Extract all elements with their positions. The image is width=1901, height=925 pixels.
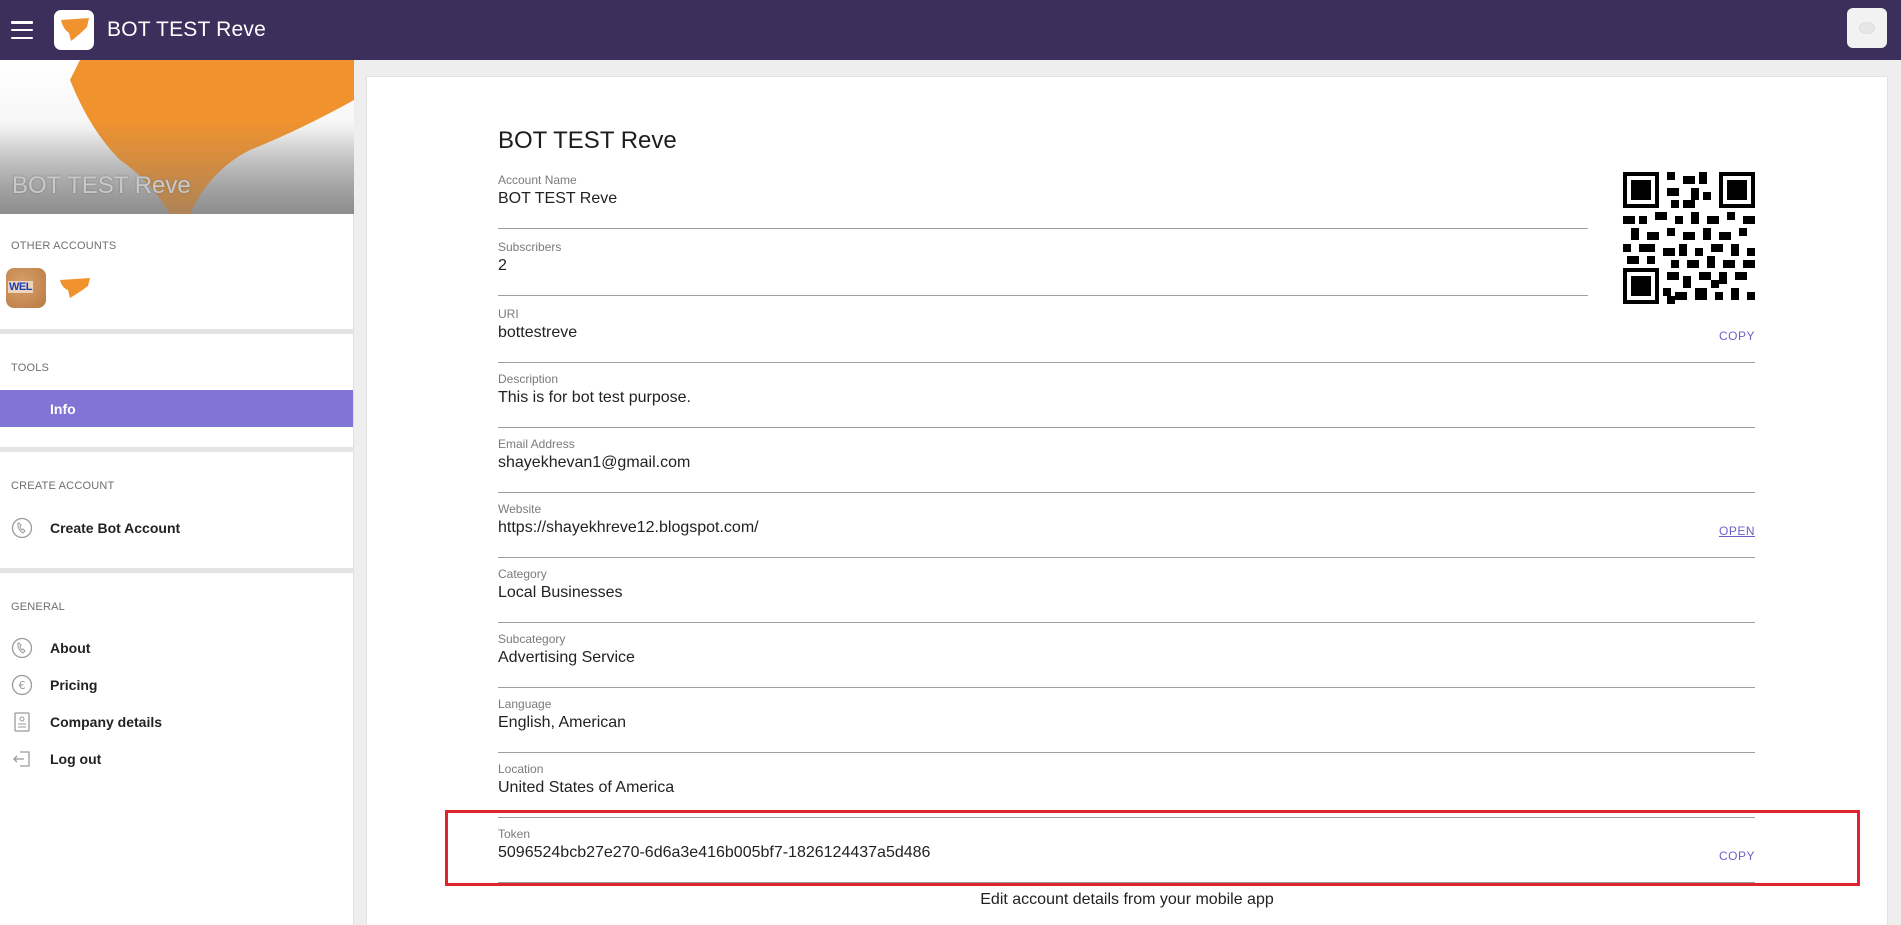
open-website-link[interactable]: OPEN [1719,524,1755,538]
page-title: BOT TEST Reve [498,127,677,154]
sidebar-item-label: Company details [50,713,163,730]
phone-icon [10,516,34,540]
app-title: BOT TEST Reve [107,18,266,41]
field-value: shayekhevan1@gmail.com [498,454,691,471]
field-value: This is for bot test purpose. [498,389,691,406]
account-cover: BOT TEST Reve [0,60,354,214]
field-value: United States of America [498,779,675,796]
field-subscribers: Subscribers 2 [498,240,1588,296]
create-account-label: CREATE ACCOUNT [11,480,115,492]
field-value: BOT TEST Reve [498,190,618,207]
logout-icon [10,747,34,771]
sidebar-item-info[interactable]: Info [0,390,353,427]
field-label: Subscribers [498,240,562,254]
field-category: Category Local Businesses [498,567,1755,623]
brand-logo-icon [60,278,90,298]
account-info-card: BOT TEST Reve Account Name BOT TEST Reve… [366,76,1888,925]
copy-uri-button[interactable]: COPY [1719,329,1755,343]
field-language: Language English, American [498,697,1755,753]
sidebar-item-company-details[interactable]: Company details [0,703,353,740]
field-location: Location United States of America [498,762,1755,818]
user-avatar-button[interactable] [1847,8,1887,48]
sidebar-item-about[interactable]: About [0,629,353,666]
other-accounts-label: OTHER ACCOUNTS [11,240,117,252]
euro-icon: € [10,673,34,697]
field-token: Token 5096524bcb27e270-6d6a3e416b005bf7-… [498,827,1755,883]
account-thumbnail-welcome[interactable]: WEL [6,268,46,308]
field-value: Advertising Service [498,649,635,666]
sidebar: BOT TEST Reve OTHER ACCOUNTS WEL TOOLS I… [0,60,354,925]
field-uri: URI bottestreve COPY [498,307,1755,363]
brand-logo-icon [61,18,89,41]
sidebar-item-label: Info [50,400,76,417]
sidebar-item-pricing[interactable]: € Pricing [0,666,353,703]
hamburger-menu-icon[interactable] [11,21,33,39]
field-label: URI [498,307,519,321]
tools-label: TOOLS [11,362,50,374]
account-thumbnail-bot-test[interactable] [56,268,96,308]
other-accounts-list: WEL [0,266,353,310]
phone-icon [10,636,34,660]
field-label: Location [498,762,544,776]
field-label: Category [498,567,547,581]
sidebar-item-label: About [50,639,91,656]
cover-account-title: BOT TEST Reve [12,172,191,199]
field-website: Website https://shayekhreve12.blogspot.c… [498,502,1755,558]
field-label: Account Name [498,173,577,187]
sidebar-item-log-out[interactable]: Log out [0,740,353,777]
field-label: Description [498,372,559,386]
field-label: Language [498,697,552,711]
field-description: Description This is for bot test purpose… [498,372,1755,428]
app-logo [54,10,94,50]
field-email: Email Address shayekhevan1@gmail.com [498,437,1755,493]
field-label: Token [498,827,531,841]
qr-code [1623,172,1755,304]
field-label: Subcategory [498,632,566,646]
copy-token-button[interactable]: COPY [1719,849,1755,863]
field-value: 2 [498,257,507,274]
field-value: English, American [498,714,627,731]
sidebar-item-label: Log out [50,750,102,767]
general-label: GENERAL [11,601,65,613]
account-thumbnail-text: WEL [8,281,33,293]
field-account-name: Account Name BOT TEST Reve [498,173,1588,229]
sidebar-item-label: Create Bot Account [50,519,181,536]
sidebar-item-label: Pricing [50,676,98,693]
field-value: bottestreve [498,324,578,341]
field-value: Local Businesses [498,584,623,601]
top-app-bar: BOT TEST Reve [0,0,1901,60]
svg-text:€: € [19,679,26,692]
document-icon [10,710,34,734]
avatar-icon [1859,22,1875,34]
field-value: https://shayekhreve12.blogspot.com/ [498,519,759,536]
field-label: Website [498,502,542,516]
field-label: Email Address [498,437,575,451]
field-value: 5096524bcb27e270-6d6a3e416b005bf7-182612… [498,844,931,861]
field-subcategory: Subcategory Advertising Service [498,632,1755,688]
edit-details-note: Edit account details from your mobile ap… [980,891,1274,908]
sidebar-item-create-bot-account[interactable]: Create Bot Account [0,509,353,546]
